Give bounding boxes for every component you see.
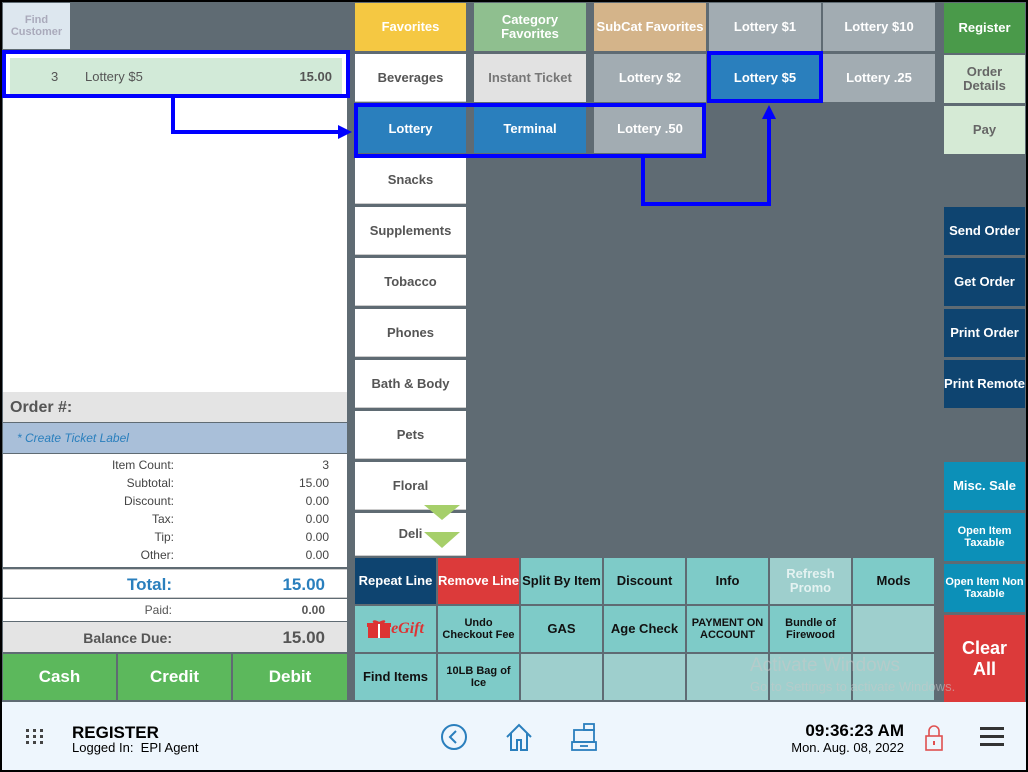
- scroll-down-arrow-icon: [424, 532, 460, 548]
- lock-icon[interactable]: [924, 724, 944, 752]
- annotation-box-lottery-5: [707, 51, 823, 103]
- footer-bar: REGISTER Logged In: EPI Agent 09:36:23 A…: [2, 702, 1026, 770]
- arrowhead-2: [762, 105, 776, 119]
- cash-register-icon[interactable]: [570, 722, 598, 752]
- pos-app: Find Customer 3 Lottery $5 15.00 Order #…: [2, 2, 1026, 770]
- menu-icon[interactable]: [980, 727, 1004, 747]
- annotation-box-order-line: [2, 50, 350, 98]
- annotation-arrow-1: [171, 98, 342, 134]
- apps-grid-icon[interactable]: [26, 729, 44, 745]
- clock-date: Mon. Aug. 08, 2022: [791, 740, 904, 755]
- home-icon[interactable]: [504, 722, 534, 752]
- annotation-overlay: [2, 50, 823, 548]
- logged-in-user: Logged In: EPI Agent: [72, 740, 199, 755]
- scroll-down-arrow-icon: [424, 505, 460, 520]
- annotation-box-lottery-row: [354, 103, 706, 158]
- back-icon[interactable]: [440, 723, 468, 751]
- clock-time: 09:36:23 AM: [805, 721, 904, 740]
- arrowhead-1: [338, 125, 352, 139]
